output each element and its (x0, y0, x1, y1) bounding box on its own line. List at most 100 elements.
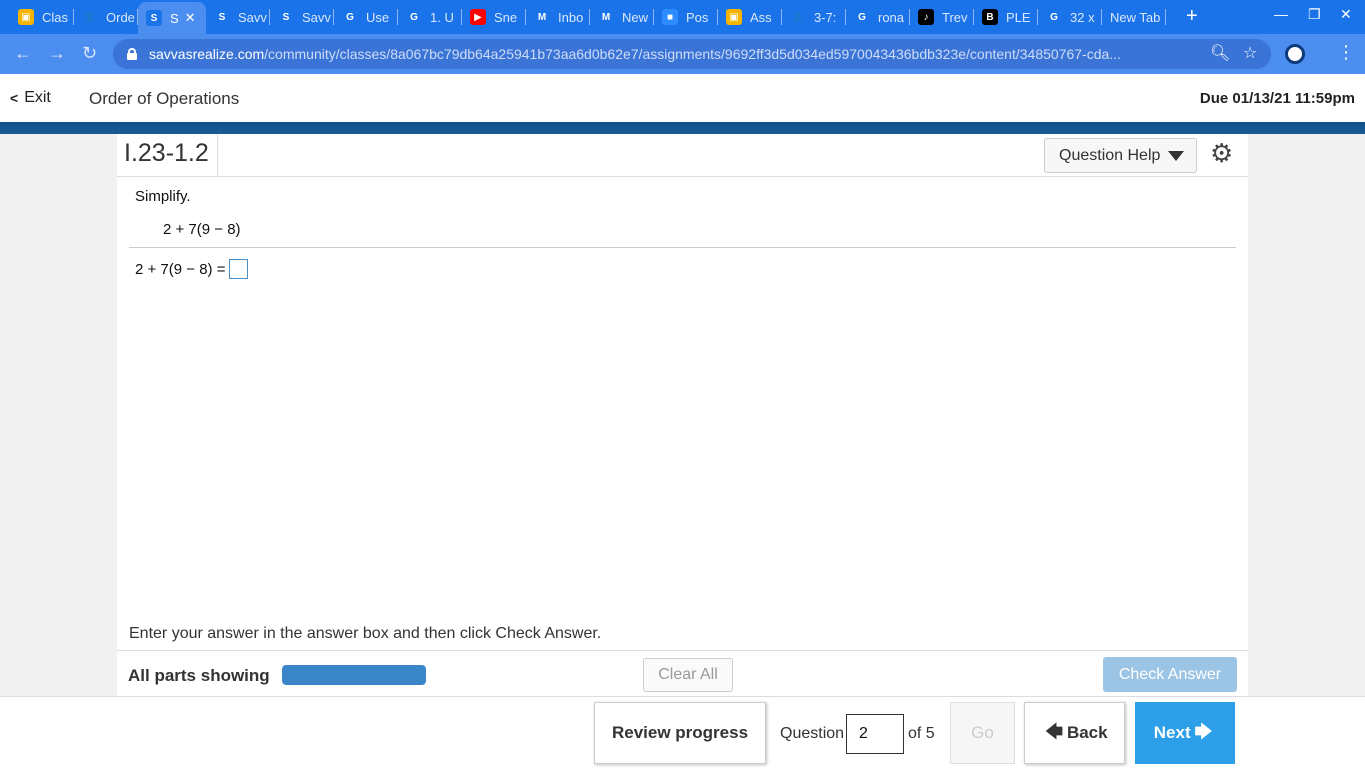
close-window-icon[interactable]: ✕ (1340, 6, 1352, 23)
caret-down-icon (1168, 150, 1185, 161)
review-progress-button[interactable]: Review progress (594, 702, 766, 764)
tab-label: Inbo (558, 9, 584, 25)
tab-label: Savv (238, 9, 267, 25)
tab-label: Sne (494, 9, 518, 25)
browser-tab[interactable]: ▣ Clas (10, 4, 74, 30)
browser-tab[interactable]: ■ Pos (654, 4, 718, 30)
tab-label: Trev (942, 9, 968, 25)
back-arrow-icon[interactable]: ← (14, 43, 32, 64)
tab-favicon-icon: ▶ (470, 9, 486, 25)
footer-divider (117, 650, 1248, 651)
arrow-right-icon: 🡆 (1194, 721, 1213, 741)
tab-favicon-icon: G (346, 11, 354, 23)
tab-favicon-icon: 👤 (790, 9, 806, 25)
new-tab-plus-icon[interactable]: + (1186, 5, 1198, 28)
question-total: of 5 (908, 725, 935, 742)
browser-tab[interactable]: S S ✕ (138, 2, 206, 34)
tab-favicon-icon: ▣ (726, 9, 742, 25)
browser-tab[interactable]: S Savv (270, 4, 334, 30)
parts-status: All parts showing (128, 666, 270, 685)
question-help-label: Question Help (1059, 146, 1161, 164)
profile-avatar-icon[interactable] (1285, 44, 1305, 64)
progress-fill (282, 665, 426, 685)
browser-tab[interactable]: ♪ Trev (910, 4, 974, 30)
browser-tab[interactable]: M Inbo (526, 4, 590, 30)
tab-favicon-icon: 👤 (82, 9, 98, 25)
browser-tab[interactable]: 👤 3-7: (782, 4, 846, 30)
parts-progress-bar (282, 665, 426, 685)
browser-tab[interactable]: ▶ Sne (462, 4, 526, 30)
browser-tab[interactable]: G Use (334, 4, 398, 30)
restore-icon[interactable]: ❐ (1308, 6, 1321, 23)
chevron-left-icon: < (10, 90, 19, 106)
browser-tab[interactable]: ▣ Ass (718, 4, 782, 30)
browser-tab[interactable]: 👤 Orde (74, 4, 138, 30)
zoom-icon[interactable]: 🔍︎ (1210, 43, 1230, 63)
address-bar[interactable]: savvasrealize.com/community/classes/8a06… (113, 39, 1271, 69)
browser-tab-strip: + — ❐ ✕ ▣ Clas 👤 Orde S S ✕ S Savv S Savv G Use G 1. U… (0, 0, 1365, 34)
browser-tab[interactable]: New Tab (1102, 4, 1166, 30)
answer-hint: Enter your answer in the answer box and … (129, 625, 602, 642)
browser-tab[interactable]: G 32 x (1038, 4, 1102, 30)
check-answer-button[interactable]: Check Answer (1103, 657, 1237, 692)
question-number-input[interactable] (846, 714, 904, 754)
browser-tab[interactable]: B PLE (974, 4, 1038, 30)
next-button[interactable]: Next 🡆 (1135, 702, 1235, 764)
exit-button[interactable]: < Exit (10, 89, 51, 107)
due-date: Due 01/13/21 11:59pm (1199, 90, 1355, 107)
assignment-title: Order of Operations (89, 89, 240, 108)
tab-label: Pos (686, 9, 709, 25)
tab-favicon-icon: ■ (662, 9, 678, 25)
browser-toolbar: ← → ↻ savvasrealize.com/community/classe… (0, 34, 1365, 74)
question-number-label: Question (780, 725, 845, 742)
bottom-nav-bar: Review progress Question of 5 Go 🡄 Back … (0, 696, 1365, 768)
app-header: < Exit Order of Operations Due 01/13/21 … (0, 74, 1365, 122)
browser-tab[interactable]: G 1. U (398, 4, 462, 30)
minimize-icon[interactable]: — (1274, 6, 1288, 22)
tab-close-icon[interactable]: ✕ (185, 10, 196, 26)
bookmark-star-icon[interactable]: ☆ (1243, 43, 1257, 63)
back-button[interactable]: 🡄 Back (1024, 702, 1125, 764)
tab-label: PLE (1006, 9, 1031, 25)
forward-arrow-icon[interactable]: → (48, 43, 66, 64)
header-divider (217, 134, 218, 177)
problem-expression: 2 + 7(9 − 8) (163, 221, 241, 238)
tab-favicon-icon: M (537, 11, 547, 23)
gear-icon[interactable]: ⚙ (1210, 140, 1233, 166)
clear-all-button[interactable]: Clear All (643, 658, 733, 692)
back-label: Back (1066, 723, 1108, 742)
question-help-button[interactable]: Question Help (1044, 138, 1197, 173)
tab-label: Savv (302, 9, 331, 25)
go-button[interactable]: Go (950, 702, 1015, 764)
tab-label: Ass (750, 9, 772, 25)
tab-label: rona (878, 9, 905, 25)
header-band (0, 122, 1365, 134)
divider (129, 247, 1236, 248)
reload-icon[interactable]: ↻ (82, 43, 97, 64)
tab-favicon-icon: G (410, 11, 418, 23)
tab-favicon-icon: S (146, 10, 162, 26)
answer-prefix: 2 + 7(9 − 8) = (135, 260, 226, 278)
instruction-text: Simplify. (135, 188, 191, 205)
answer-input-box[interactable] (229, 259, 249, 279)
answer-line: 2 + 7(9 − 8) = (135, 259, 249, 279)
tab-label: 32 x (1070, 9, 1095, 25)
tab-favicon-icon: M (601, 11, 611, 23)
tab-favicon-icon: S (214, 9, 230, 25)
url-host: savvasrealize.com (149, 46, 265, 62)
tab-label: 1. U (430, 9, 454, 25)
tab-favicon-icon: G (1050, 11, 1058, 23)
browser-menu-icon[interactable]: ⋮ (1337, 42, 1355, 63)
tab-favicon-icon: S (278, 9, 294, 25)
tab-favicon-icon: ▣ (18, 9, 34, 25)
tab-separator (1165, 9, 1166, 25)
browser-tab[interactable]: Grona (846, 4, 910, 30)
tab-label: New (622, 9, 649, 25)
url-path: /community/classes/8a067bc79db64a25941b7… (264, 46, 1121, 62)
browser-tab[interactable]: M New (590, 4, 654, 30)
browser-tab[interactable]: S Savv (206, 4, 270, 30)
arrow-left-icon: 🡄 (1045, 721, 1063, 741)
tab-label: 3-7: (814, 9, 837, 25)
tab-favicon-icon: G (858, 11, 866, 23)
tab-favicon-icon: B (982, 9, 998, 25)
